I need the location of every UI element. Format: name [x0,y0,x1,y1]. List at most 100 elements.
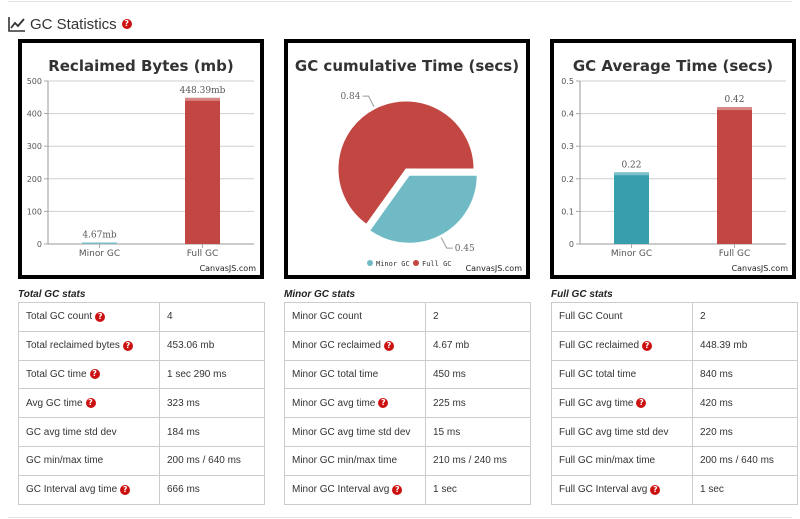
stat-label: Full GC min/max time [559,455,656,467]
stat-label-cell: Minor GC Interval avg? [284,474,426,505]
legend-marker [413,260,419,266]
canvasjs-credit[interactable]: CanvasJS.com [732,264,788,273]
stat-value: 420 ms [692,388,798,419]
total-gc-stats-table: Total GC count? 4 Total reclaimed bytes? 45… [18,302,265,505]
chart-title: GC cumulative Time (secs) [295,57,519,75]
table-row: Full GC avg time std dev 220 ms [551,417,798,447]
table-row: Minor GC count 2 [284,302,531,332]
stat-value: 1 sec 290 ms [159,359,265,390]
stat-label-cell: Minor GC count [284,302,426,332]
question-circle-icon[interactable]: ? [642,340,653,351]
question-circle-icon[interactable]: ? [89,369,100,380]
stat-value: 2 [425,302,531,332]
bar-highlight [82,242,117,244]
bar [717,107,752,244]
question-circle-icon[interactable]: ? [122,340,133,351]
question-circle-icon[interactable]: ? [95,311,106,322]
data-label: 0.84 [340,92,360,102]
table-row: Total GC count? 4 [18,302,265,332]
stat-value: 448.39 mb [692,330,798,361]
stat-label-cell: Minor GC avg time? [284,388,426,419]
y-tick-label: 500 [27,77,42,86]
stat-value: 840 ms [692,359,798,390]
question-circle-icon[interactable]: ? [636,398,647,409]
table-row: Minor GC Interval avg? 1 sec [284,474,531,505]
table-row: Full GC total time 840 ms [551,359,798,390]
gc-cumulative-time-chart: GC cumulative Time (secs) 0.45 0.84 Minor G… [284,39,530,279]
stat-label: Minor GC avg time [292,397,376,409]
stat-label: Minor GC reclaimed [292,340,381,352]
stat-value: 200 ms / 640 ms [692,445,798,476]
data-label: 448.39mb [180,86,226,96]
data-label: 4.67mb [82,230,117,240]
bar [185,97,220,244]
stat-label-cell: Avg GC time? [18,388,160,419]
stat-label: Minor GC total time [292,368,379,380]
reclaimed-bytes-svg: Reclaimed Bytes (mb) 0 100 200 300 400 500 4.67… [27,57,254,259]
stat-label: Avg GC time [26,397,83,409]
section-title: GC Statistics [30,15,117,33]
stat-label: Full GC reclaimed [559,340,640,352]
stat-value: 323 ms [159,388,265,419]
y-tick-label: 400 [27,110,42,119]
table-row: Minor GC reclaimed? 4.67 mb [284,330,531,361]
stat-label: Minor GC Interval avg [292,484,390,496]
pie-label-line [362,95,375,107]
stat-label: Total GC count [26,311,93,323]
stat-value: 1 sec [692,474,798,505]
canvasjs-credit[interactable]: CanvasJS.com [466,264,522,273]
total-gc-stats-title: Total GC stats [18,289,86,300]
y-tick-label: 0.2 [561,175,574,184]
stat-label-cell: Total GC count? [18,302,160,332]
stat-label-cell: GC avg time std dev [18,417,160,447]
pie-label-line [440,237,453,249]
question-circle-icon[interactable]: ? [120,484,131,495]
section-header: GC Statistics ? [8,13,132,35]
stat-label: Minor GC min/max time [292,455,398,467]
reclaimed-bytes-chart: Reclaimed Bytes (mb) 0 100 200 300 400 500 4.67… [18,39,264,279]
table-row: Minor GC avg time? 225 ms [284,388,531,419]
x-tick-label: Minor GC [79,249,120,259]
y-tick-label: 0.5 [561,77,574,86]
stat-label-cell: Minor GC reclaimed? [284,330,426,361]
table-row: GC avg time std dev 184 ms [18,417,265,447]
data-label: 0.45 [455,244,475,254]
table-row: Full GC Count 2 [551,302,798,332]
stat-label-cell: Full GC Count [551,302,693,332]
stat-value: 15 ms [425,417,531,447]
legend-label: Minor GC [376,260,410,268]
stat-value: 450 ms [425,359,531,390]
canvasjs-credit[interactable]: CanvasJS.com [200,264,256,273]
minor-gc-stats-table: Minor GC count 2 Minor GC reclaimed? 4.67 m… [284,302,531,505]
top-divider [8,1,792,2]
question-circle-icon[interactable]: ? [650,484,661,495]
bottom-divider [8,517,792,518]
table-row: Minor GC min/max time 210 ms / 240 ms [284,445,531,476]
x-tick-label: Minor GC [611,249,652,259]
stat-value: 2 [692,302,798,332]
question-circle-icon[interactable]: ? [85,398,96,409]
stat-value: 225 ms [425,388,531,419]
stat-label-cell: Full GC avg time std dev [551,417,693,447]
gc-average-time-chart: GC Average Time (secs) 0 0.1 0.2 0.3 0.4 0.5 0.… [550,39,796,279]
gc-average-time-svg: GC Average Time (secs) 0 0.1 0.2 0.3 0.4 0.5 0.… [561,57,786,259]
question-circle-icon[interactable]: ? [121,19,132,29]
stat-label: Total reclaimed bytes [26,340,120,352]
question-circle-icon[interactable]: ? [378,398,389,409]
question-circle-icon[interactable]: ? [383,340,394,351]
table-row: Avg GC time? 323 ms [18,388,265,419]
y-tick-label: 0.3 [561,142,574,151]
y-tick-label: 0.4 [561,110,574,119]
stat-value: 220 ms [692,417,798,447]
stat-value: 200 ms / 640 ms [159,445,265,476]
stat-value: 4.67 mb [425,330,531,361]
stat-label: Full GC Interval avg [559,484,648,496]
stat-label: GC avg time std dev [26,426,117,438]
stat-label-cell: Total GC time? [18,359,160,390]
question-circle-icon[interactable]: ? [392,484,403,495]
stat-label-cell: Minor GC total time [284,359,426,390]
table-row: Full GC reclaimed? 448.39 mb [551,330,798,361]
stat-label: Full GC Count [559,311,623,323]
stat-label: Full GC avg time [559,397,634,409]
stat-label: GC Interval avg time [26,484,118,496]
